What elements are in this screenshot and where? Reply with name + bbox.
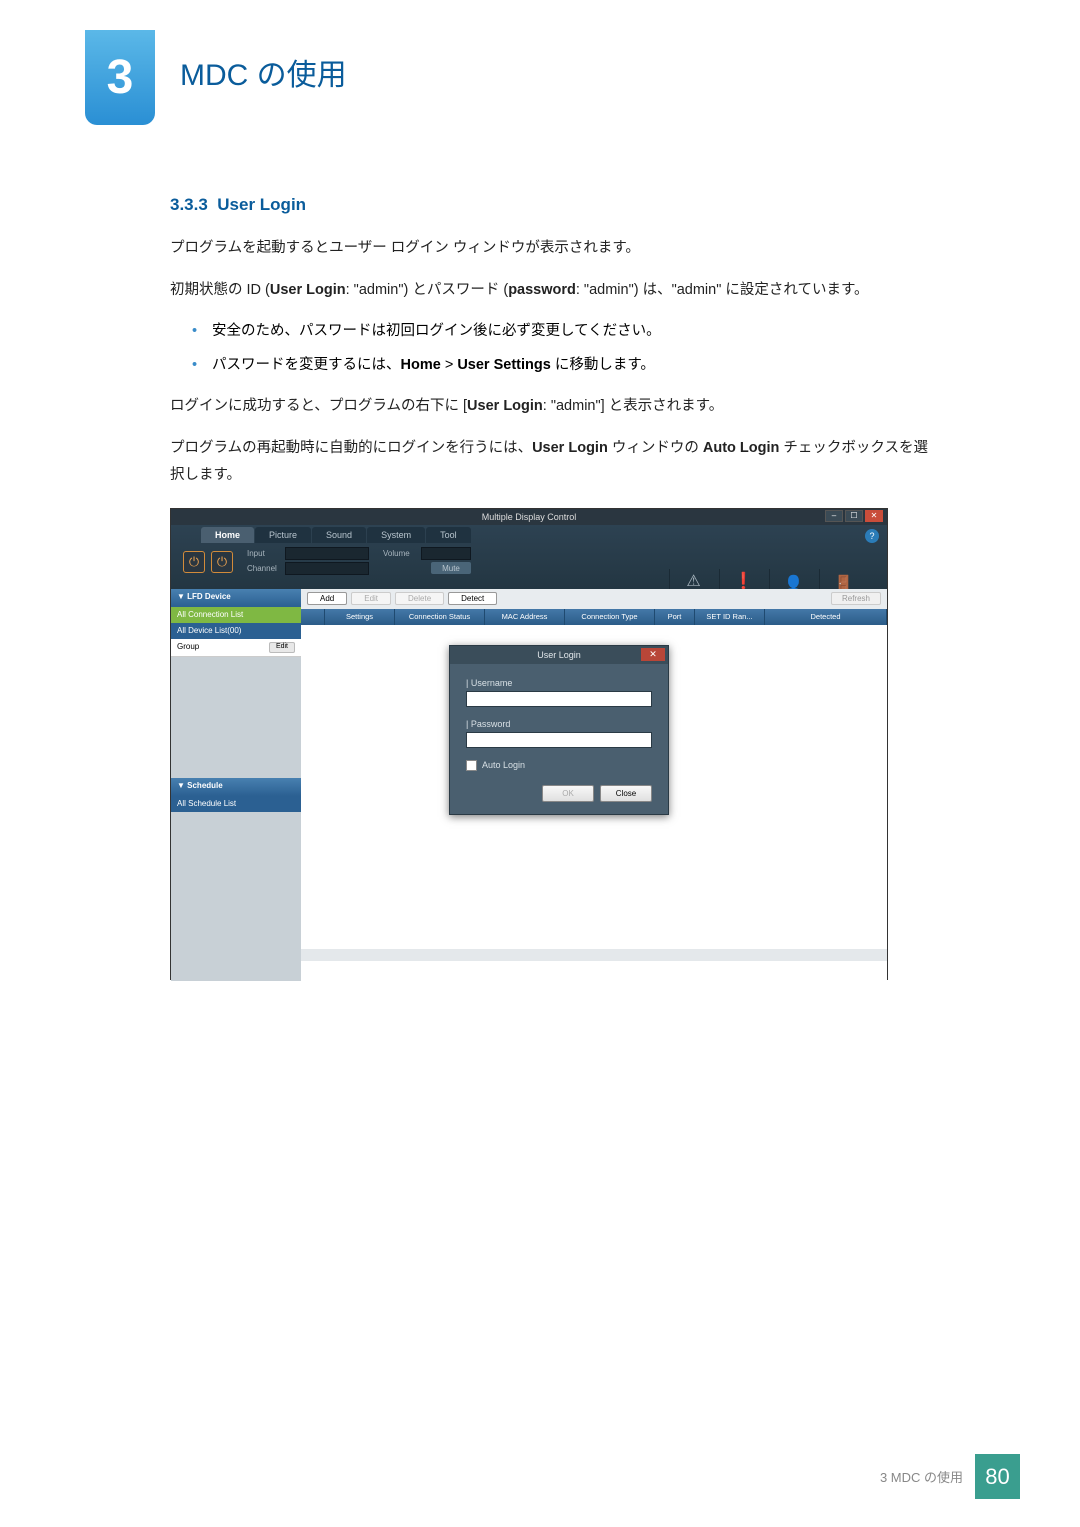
- ok-button[interactable]: OK: [542, 785, 594, 802]
- sidebar-blank: [171, 657, 301, 778]
- app-body: ▼ LFD Device All Connection List All Dev…: [171, 589, 887, 981]
- input-label: Input: [247, 549, 285, 558]
- dialog-title: User Login: [537, 650, 581, 660]
- alert-icon: ❗: [734, 571, 754, 591]
- maximize-button[interactable]: ☐: [845, 510, 863, 522]
- username-field[interactable]: [466, 691, 652, 707]
- edit-button[interactable]: Edit: [351, 592, 391, 605]
- mute-button[interactable]: Mute: [431, 562, 471, 574]
- col-detected: Detected: [765, 609, 887, 625]
- table-body: User Login ✕ | Username | Password Auto …: [301, 625, 887, 961]
- col-setid: SET ID Ran...: [695, 609, 765, 625]
- app-title: Multiple Display Control: [482, 512, 577, 522]
- refresh-button[interactable]: Refresh: [831, 592, 881, 605]
- chapter-badge: 3: [85, 30, 155, 125]
- col-mac: MAC Address: [485, 609, 565, 625]
- sidebar-schedule-header[interactable]: ▼ Schedule: [171, 778, 301, 796]
- user-login-dialog: User Login ✕ | Username | Password Auto …: [449, 645, 669, 815]
- channel-label: Channel: [247, 564, 285, 573]
- group-label: Group: [177, 642, 199, 653]
- page-number: 80: [975, 1454, 1020, 1499]
- paragraph: プログラムの再起動時に自動的にログインを行うには、User Login ウィンド…: [170, 435, 930, 490]
- volume-label: Volume: [383, 549, 421, 558]
- tab-picture[interactable]: Picture: [255, 527, 311, 543]
- table-header: Settings Connection Status MAC Address C…: [301, 609, 887, 625]
- sidebar-group-row: Group Edit: [171, 639, 301, 657]
- col-port: Port: [655, 609, 695, 625]
- tabbar: Home Picture Sound System Tool: [201, 527, 471, 543]
- tab-system[interactable]: System: [367, 527, 425, 543]
- dialog-body: | Username | Password Auto Login OK Clos…: [450, 664, 668, 816]
- auto-login-row[interactable]: Auto Login: [466, 760, 652, 771]
- bullet: 安全のため、パスワードは初回ログイン後に必ず変更してください。: [200, 318, 930, 346]
- footer-text: 3 MDC の使用: [880, 1467, 963, 1486]
- add-button[interactable]: Add: [307, 592, 347, 605]
- sidebar-item-all-schedule[interactable]: All Schedule List: [171, 796, 301, 812]
- tab-home[interactable]: Home: [201, 527, 254, 543]
- col-settings: Settings: [325, 609, 395, 625]
- power-on-icon[interactable]: ⏻: [183, 551, 205, 573]
- password-label: | Password: [466, 719, 652, 729]
- auto-login-label: Auto Login: [482, 760, 525, 770]
- toolbar: ? Home Picture Sound System Tool ⏻ ⏻ Inp…: [171, 525, 887, 589]
- sidebar: ▼ LFD Device All Connection List All Dev…: [171, 589, 301, 981]
- sidebar-blank: [171, 812, 301, 981]
- bullet: パスワードを変更するには、Home > User Settings に移動します…: [200, 352, 930, 380]
- tab-tool[interactable]: Tool: [426, 527, 471, 543]
- titlebar: Multiple Display Control – ☐ ✕: [171, 509, 887, 525]
- window-controls: – ☐ ✕: [825, 510, 883, 522]
- volume-input[interactable]: [421, 547, 471, 560]
- paragraph: プログラムを起動するとユーザー ログイン ウィンドウが表示されます。: [170, 235, 930, 263]
- col-conn-type: Connection Type: [565, 609, 655, 625]
- username-label: | Username: [466, 678, 652, 688]
- detect-button[interactable]: Detect: [448, 592, 497, 605]
- dialog-buttons: OK Close: [466, 785, 652, 802]
- tab-sound[interactable]: Sound: [312, 527, 366, 543]
- warning-icon: ⚠: [686, 571, 700, 591]
- button-row: Add Edit Delete Detect Refresh: [301, 589, 887, 609]
- chapter-number: 3: [107, 50, 134, 105]
- content-area: 3.3.3 User Login プログラムを起動するとユーザー ログイン ウィ…: [170, 195, 930, 980]
- sidebar-lfd-header[interactable]: ▼ LFD Device: [171, 589, 301, 607]
- paragraph: ログインに成功すると、プログラムの右下に [User Login: "admin…: [170, 393, 930, 421]
- sidebar-item-all-connection[interactable]: All Connection List: [171, 607, 301, 623]
- section-heading: 3.3.3 User Login: [170, 195, 930, 215]
- channel-select[interactable]: [285, 562, 369, 575]
- tool-row: ⏻ ⏻ Input Channel Volume Mute ⚠Fault Dev…: [183, 547, 875, 577]
- col-conn-status: Connection Status: [395, 609, 485, 625]
- app-screenshot: Multiple Display Control – ☐ ✕ ? Home Pi…: [170, 508, 888, 980]
- close-button[interactable]: Close: [600, 785, 652, 802]
- minimize-button[interactable]: –: [825, 510, 843, 522]
- dialog-close-button[interactable]: ✕: [641, 648, 665, 661]
- chapter-title: MDC の使用: [180, 50, 347, 94]
- help-icon[interactable]: ?: [865, 529, 879, 543]
- page-footer: 3 MDC の使用 80: [880, 1454, 1020, 1499]
- dialog-titlebar: User Login ✕: [450, 646, 668, 664]
- sidebar-item-all-device[interactable]: All Device List(00): [171, 623, 301, 639]
- main-area: Add Edit Delete Detect Refresh Settings …: [301, 589, 887, 981]
- password-field[interactable]: [466, 732, 652, 748]
- bullet-list: 安全のため、パスワードは初回ログイン後に必ず変更してください。 パスワードを変更…: [200, 318, 930, 379]
- delete-button[interactable]: Delete: [395, 592, 444, 605]
- input-select[interactable]: [285, 547, 369, 560]
- group-edit-button[interactable]: Edit: [269, 642, 295, 653]
- close-button[interactable]: ✕: [865, 510, 883, 522]
- col-blank: [301, 609, 325, 625]
- paragraph: 初期状態の ID (User Login: "admin") とパスワード (p…: [170, 277, 930, 305]
- power-off-icon[interactable]: ⏻: [211, 551, 233, 573]
- auto-login-checkbox[interactable]: [466, 760, 477, 771]
